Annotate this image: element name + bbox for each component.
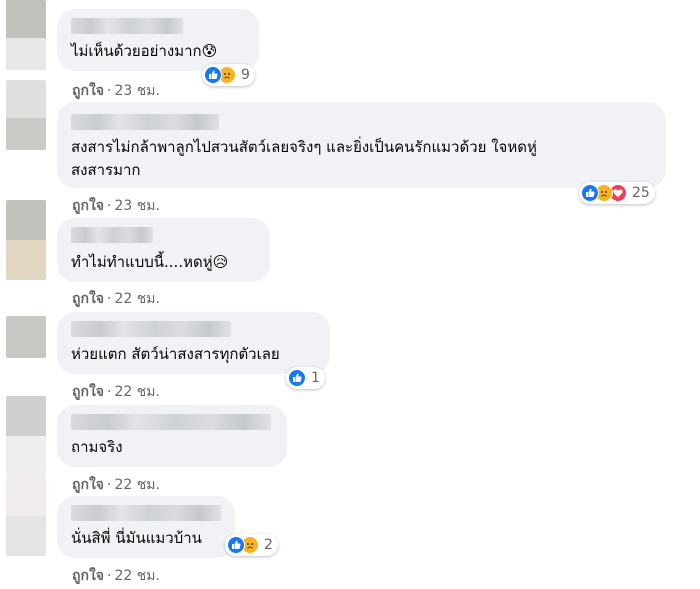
timestamp[interactable]: 22 ชม. — [114, 291, 159, 307]
comment-bubble: ทำไม่ทำแบบนี้....หดหู่😥 — [57, 218, 270, 282]
thumbs-up-icon — [288, 369, 306, 387]
reaction-summary[interactable]: 1 — [286, 367, 325, 389]
timestamp[interactable]: 22 ชม. — [114, 477, 159, 493]
author-name-blurred[interactable] — [71, 114, 219, 130]
avatar[interactable] — [6, 396, 46, 476]
author-name-blurred[interactable] — [71, 321, 231, 337]
author-name-blurred[interactable] — [71, 505, 221, 521]
thumbs-up-icon — [204, 66, 222, 84]
separator-dot: · — [107, 477, 112, 493]
like-link[interactable]: ถูกใจ — [72, 568, 104, 584]
timestamp[interactable]: 22 ชม. — [114, 568, 159, 584]
comment-text-line: สงสารมาก — [71, 161, 141, 179]
thumbs-up-icon — [581, 184, 599, 202]
like-link[interactable]: ถูกใจ — [72, 198, 104, 214]
comment-bubble: ห่วยแตก สัตว์น่าสงสารทุกตัวเลย — [57, 312, 330, 374]
like-link[interactable]: ถูกใจ — [72, 291, 104, 307]
comment-text-line: ทำไม่ทำแบบนี้....หดหู่😥 — [71, 253, 229, 271]
avatar[interactable] — [6, 316, 46, 358]
avatar[interactable] — [6, 80, 46, 150]
reaction-summary[interactable]: 25 — [579, 182, 655, 204]
author-name-blurred[interactable] — [71, 18, 183, 34]
author-name-blurred[interactable] — [71, 414, 271, 430]
comment-text-line: นั่นสิพี่ นี่มันแมวบ้าน — [71, 529, 202, 547]
like-link[interactable]: ถูกใจ — [72, 477, 104, 493]
comment-bubble: ไม่เห็นด้วยอย่างมาก😰 — [57, 9, 259, 71]
avatar[interactable] — [6, 476, 46, 556]
thumbs-up-icon — [227, 536, 245, 554]
comment-bubble: ถามจริง — [57, 405, 287, 467]
comment-text-line: ไม่เห็นด้วยอย่างมาก😰 — [71, 42, 218, 60]
reaction-count: 1 — [311, 370, 320, 386]
timestamp[interactable]: 23 ชม. — [114, 198, 159, 214]
comment-text-line: ถามจริง — [71, 438, 123, 456]
author-name-blurred[interactable] — [71, 227, 153, 243]
separator-dot: · — [107, 198, 112, 214]
comment-text-line: สงสารไม่กล้าพาลูกไปสวนสัตว์เลยจริงๆ และย… — [71, 138, 537, 156]
timestamp[interactable]: 23 ชม. — [114, 83, 159, 99]
comment-text-line: ห่วยแตก สัตว์น่าสงสารทุกตัวเลย — [71, 345, 280, 363]
separator-dot: · — [107, 291, 112, 307]
reaction-summary[interactable]: 2 — [225, 534, 278, 556]
like-link[interactable]: ถูกใจ — [72, 83, 104, 99]
comment-bubble: นั่นสิพี่ นี่มันแมวบ้าน — [57, 496, 235, 558]
separator-dot: · — [107, 83, 112, 99]
separator-dot: · — [107, 568, 112, 584]
timestamp[interactable]: 22 ชม. — [114, 384, 159, 400]
avatar[interactable] — [6, 200, 46, 280]
reaction-summary[interactable]: 9 — [202, 64, 255, 86]
reaction-count: 25 — [632, 185, 650, 201]
reaction-count: 9 — [241, 67, 250, 83]
like-link[interactable]: ถูกใจ — [72, 384, 104, 400]
separator-dot: · — [107, 384, 112, 400]
avatar[interactable] — [6, 0, 46, 70]
reaction-count: 2 — [264, 537, 273, 553]
comment-bubble: สงสารไม่กล้าพาลูกไปสวนสัตว์เลยจริงๆ และย… — [57, 102, 666, 188]
